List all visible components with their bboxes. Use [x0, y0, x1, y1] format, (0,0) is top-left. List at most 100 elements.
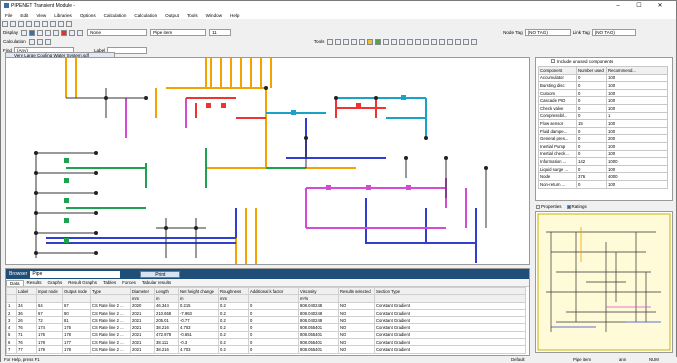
cell[interactable]: 808.055401 [298, 323, 339, 332]
paste-icon[interactable] [50, 20, 56, 27]
copy-icon[interactable] [42, 20, 48, 27]
table-row[interactable]: 6 76 178 177 CS Rate line 2 ... 2021 38.111 -0.… [6, 338, 526, 347]
pump-tool-icon[interactable] [399, 38, 406, 45]
cell[interactable]: 38.111 [154, 338, 179, 347]
cell[interactable]: Constant Gradient [374, 330, 526, 340]
cell[interactable]: 178 [62, 330, 91, 340]
tab-forces[interactable]: Forces [119, 280, 139, 285]
pan-icon[interactable] [45, 29, 52, 36]
table-row[interactable]: Compressibl... 0 1 [538, 111, 668, 121]
table-row[interactable]: Inertial Pump 0 100 [538, 141, 668, 151]
minimize-button[interactable]: – [610, 1, 626, 11]
tab-tables[interactable]: Tables [100, 280, 119, 285]
table-row[interactable]: Fluid dampe... 0 100 [538, 126, 668, 136]
cell[interactable]: 34 [16, 301, 37, 310]
node-tag-select[interactable]: (NO TAG) [524, 29, 571, 36]
menu-calculation-2[interactable]: Calculation [130, 13, 161, 18]
cell[interactable]: 808.055401 [298, 330, 339, 340]
cell[interactable]: 0.2 [218, 330, 249, 340]
table-row[interactable]: Node 376 4000 [538, 172, 668, 181]
table-row[interactable]: Cutoom 0 100 [538, 88, 668, 98]
cell[interactable]: 46.344 [154, 301, 179, 310]
cell[interactable]: 2021 [130, 338, 155, 347]
cell[interactable]: 174 [36, 323, 63, 332]
cell[interactable]: 808.040248 [298, 301, 339, 310]
table-row[interactable]: 7 77 179 178 CS Rate line 2 ... 2021 38.216 4.7… [6, 345, 526, 354]
cell[interactable]: 2021 [130, 308, 155, 318]
table-row[interactable]: General pres... 0 200 [538, 134, 668, 143]
tab-graphs[interactable]: Graphs [45, 280, 66, 285]
zoom-in-icon[interactable] [29, 29, 36, 36]
cell[interactable]: NO [338, 323, 375, 332]
cell[interactable]: 2021 [130, 345, 155, 354]
col-additional-k[interactable]: Additional k factor [248, 286, 299, 296]
cell[interactable]: 76 [16, 338, 37, 347]
valve-tool-icon[interactable] [407, 38, 414, 45]
cell[interactable]: Constant Gradient [374, 301, 526, 310]
new-icon[interactable] [2, 20, 8, 27]
table-row[interactable]: Flow sensor 15 100 [538, 119, 668, 128]
check-icon[interactable] [36, 38, 43, 45]
cell[interactable]: Constant Gradient [374, 308, 526, 318]
cell[interactable]: 2021 [130, 330, 155, 340]
cell[interactable]: 205.01 [154, 316, 179, 325]
report-icon[interactable] [455, 38, 462, 45]
cell[interactable]: -7.963 [178, 308, 219, 318]
pump-icon[interactable] [69, 29, 76, 36]
cell[interactable]: Constant Gradient [374, 316, 526, 325]
menu-calculation[interactable]: Calculation [100, 13, 131, 18]
grid-icon[interactable] [21, 29, 28, 36]
col-output-node[interactable]: Output node [62, 286, 91, 296]
cell[interactable]: 178 [62, 345, 91, 354]
pipe-icon[interactable] [53, 29, 60, 36]
col-results-selected[interactable]: Results selected [338, 286, 375, 296]
cell[interactable]: 176 [36, 330, 63, 340]
redo-icon[interactable] [66, 20, 72, 27]
cell[interactable]: NO [338, 308, 375, 318]
cell[interactable]: Constant Gradient [374, 323, 526, 332]
table-row[interactable]: Accumulator 0 100 [538, 73, 668, 83]
text-icon[interactable] [351, 38, 358, 45]
cell[interactable]: 0.2 [218, 345, 249, 354]
overview-map[interactable] [535, 211, 673, 353]
cell[interactable]: CS Rate line 2 ... [90, 316, 131, 325]
col-number-used[interactable]: Number used [576, 66, 607, 75]
col-length[interactable]: Length [154, 286, 179, 296]
include-unused-checkbox[interactable]: Include unused components [536, 58, 672, 66]
cell[interactable]: 808.055401 [298, 338, 339, 347]
tab-tabular-results[interactable]: Tabular results [139, 280, 174, 285]
tab-ratings[interactable]: Ratings [572, 204, 587, 209]
cell[interactable]: NO [338, 345, 375, 354]
checkbox-icon[interactable] [551, 59, 555, 63]
cell[interactable]: 2021 [130, 316, 155, 325]
cell[interactable]: 808.055401 [298, 345, 339, 354]
cell[interactable]: 67 [62, 301, 91, 310]
cut-icon[interactable] [34, 20, 40, 27]
open-icon[interactable] [10, 20, 16, 27]
maximize-button[interactable]: ☐ [631, 1, 647, 11]
menu-tools[interactable]: Tools [183, 13, 202, 18]
cell[interactable]: CS Rate line 2 ... [90, 345, 131, 354]
col-type[interactable]: Type [90, 286, 131, 296]
menu-output[interactable]: Output [161, 13, 183, 18]
table-row[interactable]: Liquid surge ... 0 100 [538, 164, 668, 174]
cell[interactable]: 177 [62, 338, 91, 347]
cell[interactable]: CS Rate line 2 ... [90, 338, 131, 347]
table-row[interactable]: Information ... 142 1000 [538, 157, 668, 166]
cell[interactable]: 0.2 [218, 338, 249, 347]
tank-icon[interactable] [391, 38, 398, 45]
col-roughness[interactable]: Roughness [218, 286, 249, 296]
cell[interactable]: 81 [62, 316, 91, 325]
cell[interactable]: 0 [248, 338, 299, 347]
col-viscosity[interactable]: Viscosity [298, 286, 339, 296]
menu-edit[interactable]: Edit [16, 13, 32, 18]
run-icon[interactable] [28, 38, 35, 45]
cell[interactable]: 0 [248, 301, 299, 310]
cell[interactable]: 0 [248, 308, 299, 318]
flow-icon[interactable] [367, 38, 374, 45]
table-row[interactable]: Bursting disc 0 100 [538, 81, 668, 90]
menu-file[interactable]: File [1, 13, 16, 18]
undo-icon[interactable] [58, 20, 64, 27]
cell[interactable]: -0.651 [178, 330, 219, 340]
tab-data[interactable]: Data [6, 279, 24, 286]
